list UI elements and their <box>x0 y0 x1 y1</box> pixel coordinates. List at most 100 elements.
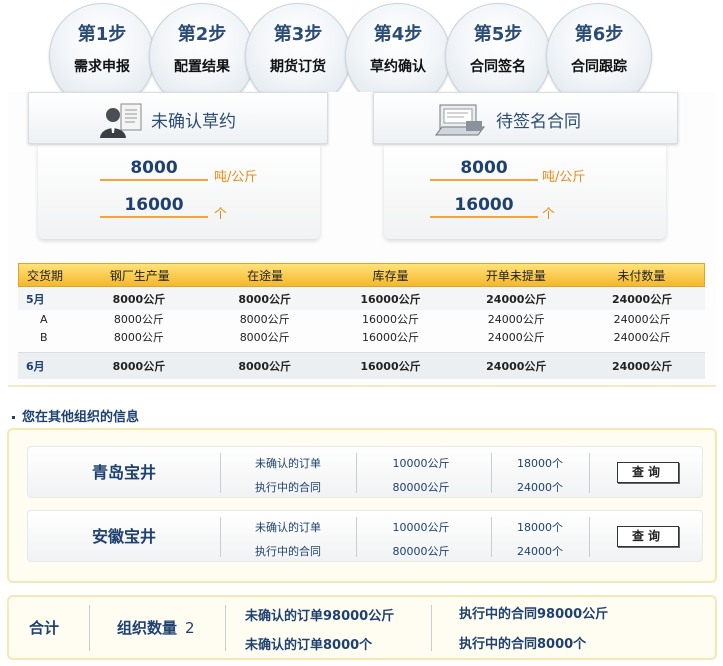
unconfirmed-draft-body: 8000 吨/公斤 16000 个 <box>38 145 320 239</box>
contract-count-unit: 个 <box>542 207 556 222</box>
cell-period: 5月 <box>26 292 45 306</box>
unconfirmed-orders-weight: 10000公斤 <box>392 457 450 470</box>
unconfirmed-draft-card[interactable]: 未确认草约 <box>28 92 328 144</box>
col-production: 钢厂生产量 <box>109 268 170 283</box>
step-label: 草约确认 <box>370 59 426 75</box>
pending-contract-card[interactable]: 待签名合同 <box>373 92 678 144</box>
executing-contracts-label: 执行中的合同 <box>255 481 321 494</box>
executing-contracts-count: 24000个 <box>517 545 563 558</box>
table-row[interactable]: 6月 8000公斤 8000公斤 16000公斤 24000公斤 24000公斤 <box>18 352 705 379</box>
draft-weight-value: 8000 <box>100 158 208 181</box>
divider <box>589 453 590 493</box>
cell-production: 8000公斤 <box>113 313 164 326</box>
pending-contract-body: 8000 吨/公斤 16000 个 <box>384 145 666 239</box>
org-count: 组织数量 2 <box>117 617 195 638</box>
step-number: 第6步 <box>574 24 624 45</box>
draft-count-unit: 个 <box>214 207 228 222</box>
org-count-value: 2 <box>185 619 195 637</box>
step-number: 第4步 <box>373 24 423 45</box>
total-unconfirmed-count: 未确认的订单8000个 <box>245 638 373 653</box>
draft-weight-unit: 吨/公斤 <box>214 170 258 185</box>
executing-contracts-count: 24000个 <box>517 481 563 494</box>
cell-unpicked: 24000公斤 <box>487 331 545 344</box>
cell-production: 8000公斤 <box>113 331 164 344</box>
executing-contracts-label: 执行中的合同 <box>255 545 321 558</box>
total-executing-count: 执行中的合同8000个 <box>459 637 587 652</box>
unconfirmed-orders-label: 未确认的订单 <box>255 521 321 534</box>
cell-in-transit: 8000公斤 <box>238 360 291 373</box>
table-header: 交货期 钢厂生产量 在途量 库存量 开单未提量 未付数量 <box>18 263 705 287</box>
step-number: 第1步 <box>77 24 127 45</box>
step-label: 合同跟踪 <box>571 59 627 75</box>
total-unconfirmed-weight: 未确认的订单98000公斤 <box>245 609 395 624</box>
contract-count-value: 16000 <box>430 195 538 218</box>
step-navigation: 第1步 需求申报 第2步 配置结果 第3步 期货订货 第4步 草约确认 第5步 … <box>0 0 723 109</box>
col-stock: 库存量 <box>372 268 409 283</box>
cell-stock: 16000公斤 <box>360 292 421 306</box>
total-executing-weight: 执行中的合同98000公斤 <box>459 607 609 622</box>
unconfirmed-orders-label: 未确认的订单 <box>255 457 321 470</box>
divider <box>225 605 226 651</box>
page: 第1步 需求申报 第2步 配置结果 第3步 期货订货 第4步 草约确认 第5步 … <box>0 0 723 666</box>
divider <box>589 517 590 557</box>
contract-weight-unit: 吨/公斤 <box>542 170 586 185</box>
step-label: 配置结果 <box>174 59 230 75</box>
org-row: 青岛宝井 未确认的订单 10000公斤 18000个 执行中的合同 80000公… <box>27 446 703 498</box>
cell-in-transit: 8000公斤 <box>238 292 291 306</box>
unconfirmed-orders-count: 18000个 <box>517 457 563 470</box>
cell-unpaid: 24000公斤 <box>611 292 673 306</box>
delivery-table: 交货期 钢厂生产量 在途量 库存量 开单未提量 未付数量 5月 8000公斤 8… <box>18 263 705 379</box>
query-button[interactable]: 查询 <box>617 462 679 483</box>
cell-period: A <box>40 312 48 326</box>
cell-unpaid: 24000公斤 <box>613 313 671 326</box>
divider <box>220 517 221 557</box>
other-orgs-panel: 青岛宝井 未确认的订单 10000公斤 18000个 执行中的合同 80000公… <box>7 428 717 583</box>
table-row: A 8000公斤 8000公斤 16000公斤 24000公斤 24000公斤 <box>18 310 705 328</box>
step-number: 第2步 <box>177 24 227 45</box>
org-row: 安徽宝井 未确认的订单 10000公斤 18000个 执行中的合同 80000公… <box>27 510 703 562</box>
unconfirmed-orders-weight: 10000公斤 <box>392 521 450 534</box>
step-label: 期货订货 <box>270 59 326 75</box>
section-title-text: 您在其他组织的信息 <box>22 410 140 425</box>
divider <box>89 605 90 651</box>
executing-contracts-weight: 80000公斤 <box>392 481 450 494</box>
step-number: 第5步 <box>473 24 523 45</box>
cell-period: B <box>40 330 48 344</box>
divider <box>431 605 432 651</box>
cell-unpaid: 24000公斤 <box>613 331 671 344</box>
cell-stock: 16000公斤 <box>361 331 419 344</box>
contract-document-icon <box>435 104 485 136</box>
divider <box>356 517 357 557</box>
cell-unpaid: 24000公斤 <box>611 360 673 373</box>
cell-stock: 16000公斤 <box>360 360 421 373</box>
cell-production: 8000公斤 <box>112 360 166 373</box>
col-in-transit: 在途量 <box>247 268 284 283</box>
divider <box>220 453 221 493</box>
table-row: B 8000公斤 8000公斤 16000公斤 24000公斤 24000公斤 <box>18 328 705 346</box>
cell-unpicked: 24000公斤 <box>486 360 547 373</box>
section-title: 您在其他组织的信息 <box>12 406 139 425</box>
org-name: 安徽宝井 <box>91 527 156 546</box>
draft-count-value: 16000 <box>100 195 208 218</box>
cell-period: 6月 <box>26 360 45 373</box>
bullet-icon <box>12 416 15 419</box>
step-label: 需求申报 <box>74 59 130 75</box>
person-document-icon <box>100 103 142 138</box>
divider <box>356 453 357 493</box>
col-period: 交货期 <box>27 268 64 283</box>
query-button[interactable]: 查询 <box>617 526 679 547</box>
card-title: 未确认草约 <box>151 112 236 132</box>
unconfirmed-orders-count: 18000个 <box>517 521 563 534</box>
step-label: 合同签名 <box>470 59 526 75</box>
total-label: 合计 <box>29 619 60 637</box>
step-number: 第3步 <box>273 24 323 45</box>
col-unpaid: 未付数量 <box>617 268 666 283</box>
cell-unpicked: 24000公斤 <box>486 292 547 306</box>
org-name: 青岛宝井 <box>91 463 156 482</box>
org-count-label: 组织数量 <box>117 619 178 637</box>
cell-in-transit: 8000公斤 <box>239 313 290 326</box>
card-title: 待签名合同 <box>496 112 581 132</box>
table-row[interactable]: 5月 8000公斤 8000公斤 16000公斤 24000公斤 24000公斤 <box>18 287 705 310</box>
contract-weight-value: 8000 <box>430 158 538 181</box>
executing-contracts-weight: 80000公斤 <box>392 545 450 558</box>
